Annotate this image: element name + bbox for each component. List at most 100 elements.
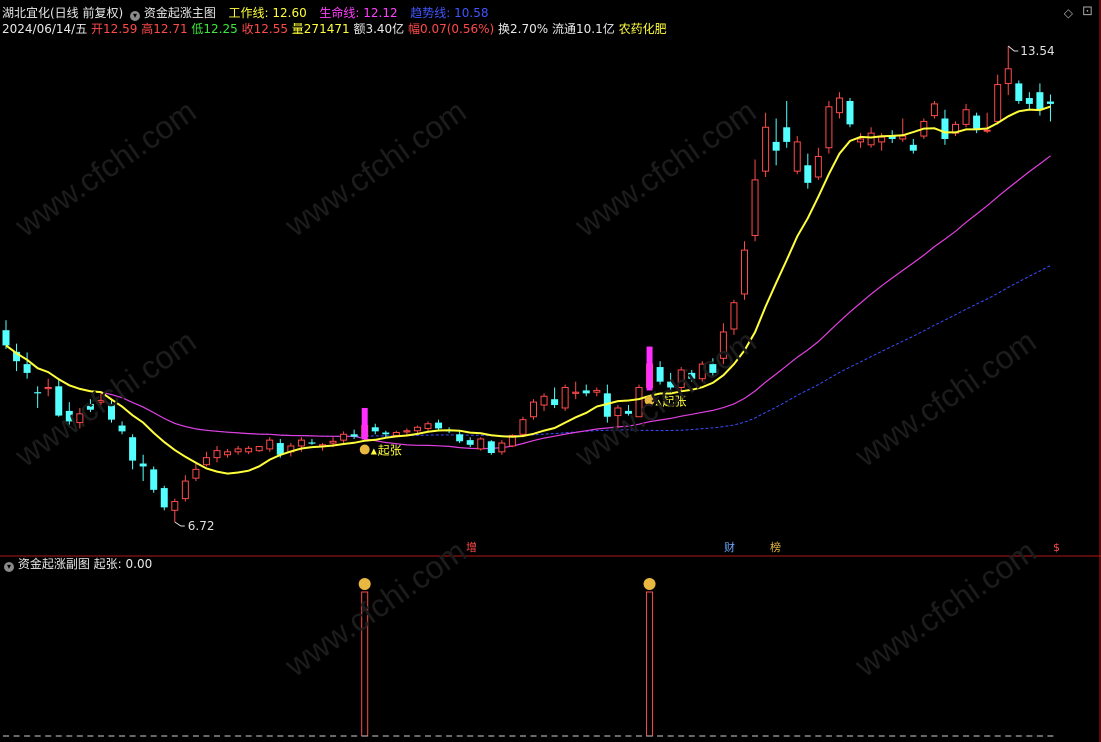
candle-body: [1036, 92, 1044, 110]
quote-open: 开12.59: [91, 22, 138, 36]
candle-body: [202, 457, 210, 466]
signal-label: 起张: [663, 394, 687, 408]
candle-body: [255, 446, 263, 452]
candle-body: [614, 407, 622, 417]
candle-body: [878, 136, 886, 143]
quote-change: 幅0.07(0.56%): [408, 22, 495, 36]
work-line-value: 工作线: 12.60: [228, 6, 307, 20]
candle-body: [224, 451, 232, 456]
candle-body: [730, 302, 738, 330]
candle-body: [709, 364, 717, 373]
candle-body: [108, 405, 115, 420]
candle-body: [65, 410, 73, 422]
work-line: [5, 105, 1051, 475]
candle-body: [308, 442, 316, 444]
candle-body: [719, 331, 727, 359]
candle-body: [846, 100, 854, 125]
indicator-menu-icon[interactable]: ▾: [130, 11, 141, 21]
candle-body: [593, 389, 601, 393]
candle-body: [551, 399, 559, 406]
candle-body: [150, 469, 158, 490]
quote-sector[interactable]: 农药化肥: [619, 22, 667, 36]
candle-body: [835, 97, 843, 114]
candle-body: [498, 442, 506, 453]
candle-body: [1025, 98, 1033, 104]
min-price-label: 6.72: [188, 519, 215, 533]
sub-indicator-value: 起张: 0.00: [93, 557, 153, 571]
candle-body: [688, 372, 696, 379]
candle-body: [635, 387, 643, 418]
candle-body: [1046, 101, 1054, 104]
candle-body: [456, 434, 464, 442]
candle-body: [34, 392, 42, 394]
max-marker: [1007, 45, 1019, 52]
candle-body: [656, 367, 664, 382]
candle-body: [477, 438, 485, 450]
candle-body: [677, 369, 685, 389]
candle-body: [487, 441, 495, 453]
money-bag-icon: [358, 578, 371, 590]
candle-body: [983, 129, 991, 132]
candle-body: [329, 440, 337, 444]
trend-line-value: 趋势线: 10.58: [410, 6, 489, 20]
candle-body: [276, 443, 284, 455]
main-chart-header: 湖北宜化(日线 前复权) ▾ 资金起涨主图 工作线: 12.60 生命线: 12…: [2, 6, 488, 21]
collapse-icon[interactable]: ⊡: [1082, 4, 1093, 19]
candle-body: [181, 480, 189, 500]
life-line-value: 生命线: 12.12: [319, 6, 398, 20]
candle-body: [1015, 83, 1023, 101]
candle-body: [1004, 68, 1012, 84]
trend-line: [47, 265, 1051, 437]
diamond-icon[interactable]: ◇: [1064, 6, 1073, 20]
quote-low: 低12.25: [191, 22, 238, 36]
candle-body: [435, 422, 443, 429]
candle-body: [561, 387, 569, 409]
sub-indicator-menu-icon[interactable]: ▾: [4, 562, 14, 572]
signal-bar: [361, 407, 368, 440]
sub-chart-header: ▾ 资金起涨副图 起张: 0.00: [2, 557, 152, 572]
signal-bar: [646, 346, 653, 391]
quote-volume: 量271471: [291, 22, 350, 36]
candle-body: [741, 249, 748, 295]
candle-body: [814, 156, 822, 178]
candle-body: [793, 141, 801, 172]
candle-body: [572, 391, 580, 394]
life-line: [5, 155, 1051, 450]
candle-body: [55, 386, 63, 416]
candle-body: [530, 401, 537, 418]
candle-body: [519, 419, 527, 435]
candle-body: [941, 118, 949, 139]
event-marker: $: [1053, 541, 1060, 554]
candle-body: [899, 135, 907, 140]
candle-body: [118, 425, 126, 432]
candle-body: [698, 363, 706, 380]
candle-body: [751, 179, 759, 236]
candle-body: [86, 403, 94, 410]
quote-close: 收12.55: [241, 22, 288, 36]
candle-body: [297, 439, 305, 447]
candle-body: [340, 433, 348, 441]
candle-body: [76, 413, 84, 424]
signal-volume-bar: [361, 591, 369, 737]
money-bag-icon: [643, 578, 656, 590]
candle-body: [424, 423, 432, 429]
indicator-name[interactable]: 资金起涨主图: [144, 6, 216, 20]
event-marker: 财: [724, 540, 735, 554]
candle-body: [867, 132, 875, 146]
candle-body: [772, 141, 780, 151]
quote-date: 2024/06/14/五: [2, 22, 88, 36]
candle-body: [994, 84, 1002, 122]
candle-body: [382, 432, 390, 435]
candle-body: [582, 390, 590, 394]
candle-body: [930, 103, 938, 117]
candle-body: [909, 144, 917, 151]
candle-body: [624, 410, 632, 414]
candle-body: [762, 126, 770, 172]
candle-body: [403, 430, 411, 433]
candle-body: [139, 463, 147, 467]
stock-name[interactable]: 湖北宜化(日线 前复权): [2, 6, 123, 20]
money-bag-icon: [644, 395, 655, 406]
chart-canvas[interactable]: ▲ 起张▲ 起张13.546.72增财榜 $: [0, 0, 1101, 742]
candle-body: [466, 440, 474, 445]
sub-indicator-name[interactable]: 资金起涨副图: [18, 557, 90, 571]
